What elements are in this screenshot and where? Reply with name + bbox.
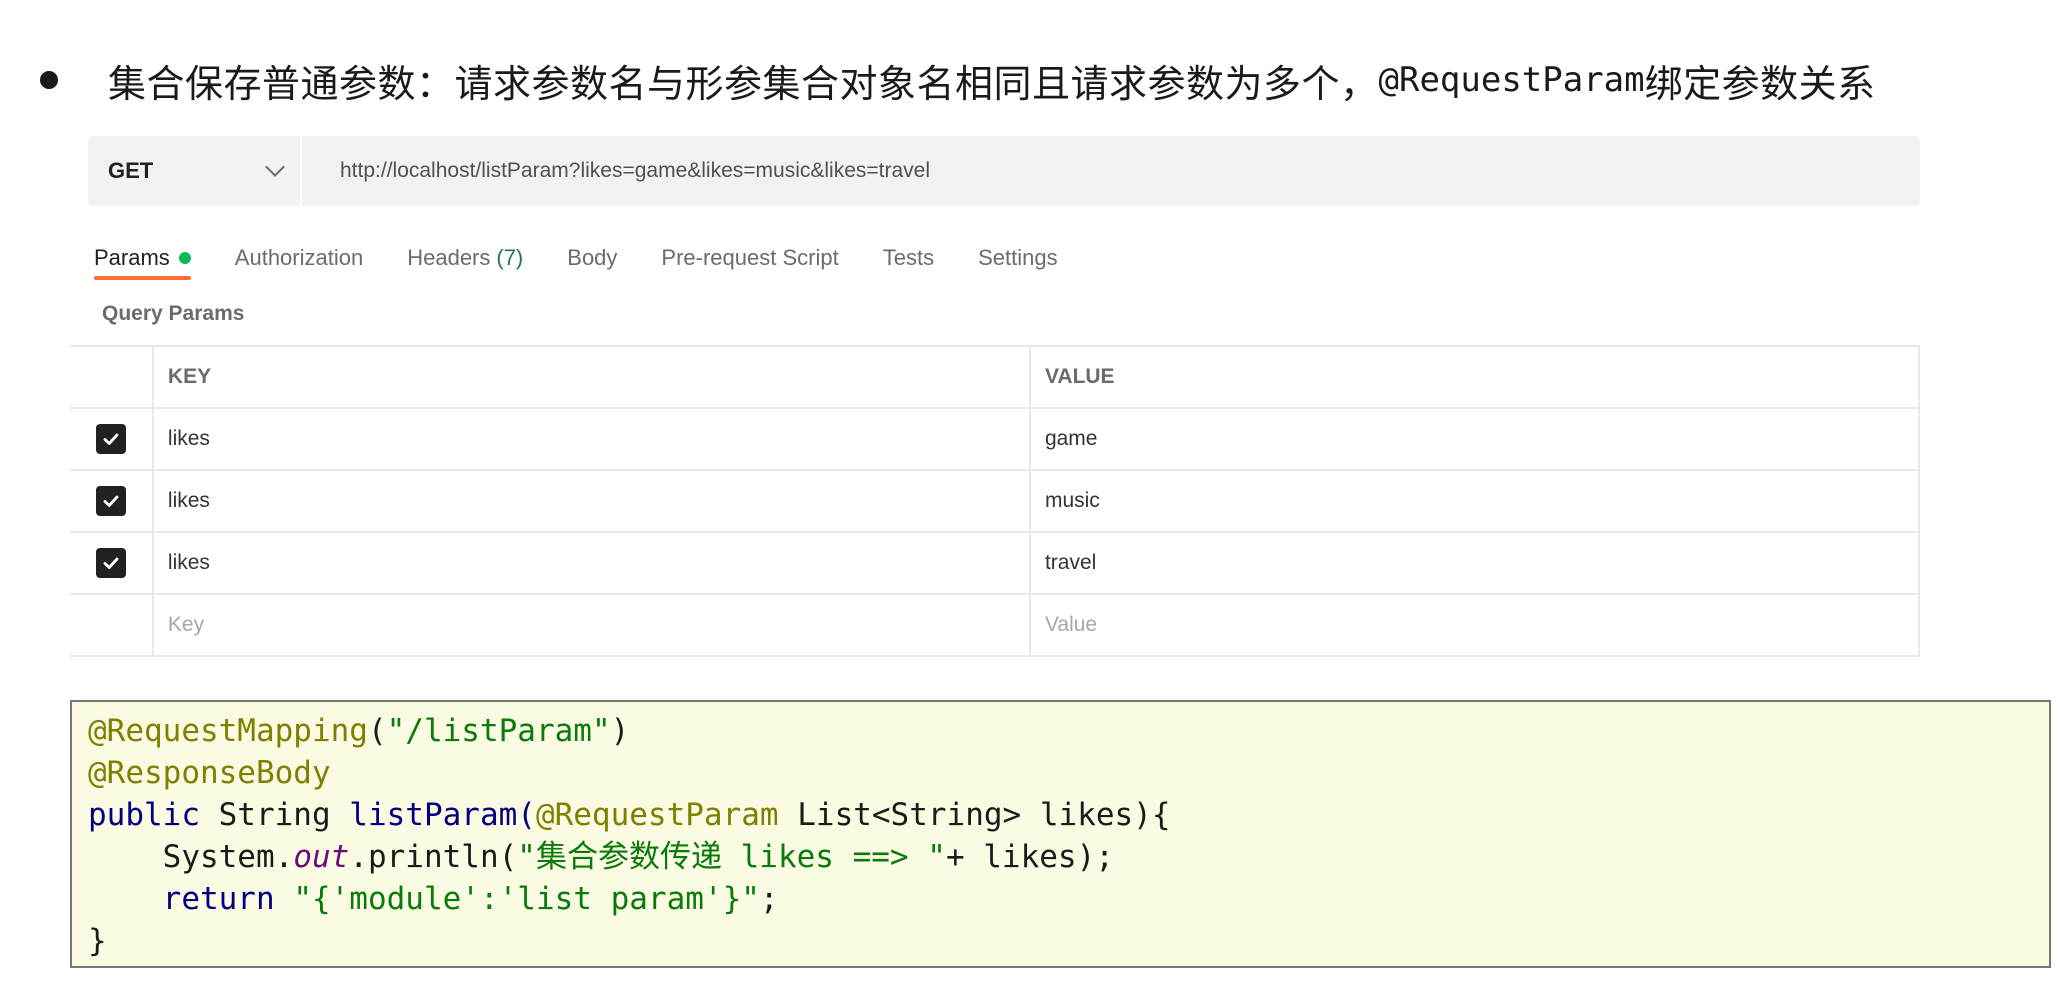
new-value-input[interactable]: Value [1031, 595, 1920, 655]
url-input[interactable]: http://localhost/listParam?likes=game&li… [340, 136, 930, 206]
table-row: likes game [70, 409, 1920, 471]
table-row: likes travel [70, 533, 1920, 595]
value-column-header: VALUE [1031, 347, 1920, 407]
code-string: "/listParam" [386, 713, 611, 749]
code-method-name: listParam( [349, 797, 536, 833]
code-keyword: return [88, 881, 275, 917]
tab-authorization[interactable]: Authorization [235, 236, 363, 280]
code-line-4: System.out.println("集合参数传递 likes ==> "+ … [88, 836, 2049, 878]
method-label: GET [108, 158, 154, 183]
code-text: .println( [349, 839, 518, 875]
code-text: System. [88, 839, 294, 875]
chevron-down-icon [265, 157, 285, 177]
tab-headers-label: Headers [407, 245, 491, 270]
param-key-cell[interactable]: likes [154, 533, 1031, 593]
checkmark-icon [103, 495, 119, 507]
heading-code: @RequestParam [1378, 60, 1645, 100]
code-block: @RequestMapping("/listParam") @ResponseB… [70, 700, 2051, 968]
checkmark-icon [103, 557, 119, 569]
key-column-header: KEY [154, 347, 1031, 407]
tab-settings[interactable]: Settings [978, 236, 1058, 280]
request-tabs: Params Authorization Headers (7) Body Pr… [94, 236, 1102, 286]
row-checkbox[interactable] [95, 486, 126, 516]
request-panel: GET http://localhost/listParam?likes=gam… [70, 118, 1920, 657]
param-key-cell[interactable]: likes [154, 409, 1031, 469]
new-key-input[interactable]: Key [154, 595, 1031, 655]
code-line-5: return "{'module':'list param'}"; [88, 878, 2049, 920]
tab-headers[interactable]: Headers (7) [407, 236, 523, 280]
table-row-new: Key Value [70, 595, 1920, 657]
code-string: "{'module':'list param'}" [293, 881, 760, 917]
code-annotation: @ResponseBody [88, 755, 331, 791]
heading-text: 集合保存普通参数：请求参数名与形参集合对象名相同且请求参数为多个， [108, 61, 1379, 106]
query-params-table: KEY VALUE likes game likes music likes t… [70, 345, 1920, 657]
code-text: List<String> likes){ [778, 797, 1171, 833]
code-text: String [199, 797, 350, 833]
code-line-2: @ResponseBody [88, 752, 2049, 794]
query-params-title: Query Params [102, 302, 245, 325]
params-active-dot-icon [178, 252, 191, 264]
heading-tail: 绑定参数关系 [1644, 61, 1876, 106]
tab-tests[interactable]: Tests [883, 236, 934, 280]
headers-count: (7) [496, 245, 524, 270]
tab-body-label: Body [567, 245, 618, 270]
table-row: likes music [70, 471, 1920, 533]
code-text: } [88, 923, 107, 959]
code-string: "集合参数传递 likes ==> " [517, 839, 946, 875]
row-checkbox[interactable] [95, 548, 126, 578]
bullet-icon [40, 71, 58, 89]
param-value-cell[interactable]: game [1031, 409, 1920, 469]
code-field: out [293, 839, 350, 875]
code-line-3: public String listParam(@RequestParam Li… [88, 794, 2049, 836]
param-value-cell[interactable]: travel [1031, 533, 1920, 593]
tab-settings-label: Settings [978, 245, 1058, 270]
param-key-cell[interactable]: likes [154, 471, 1031, 531]
param-value-cell[interactable]: music [1031, 471, 1920, 531]
check-column-header [70, 347, 154, 407]
row-checkbox[interactable] [95, 424, 126, 454]
code-text: + likes); [945, 839, 1114, 875]
table-header-row: KEY VALUE [70, 347, 1920, 409]
tab-authorization-label: Authorization [234, 245, 364, 270]
tab-tests-label: Tests [882, 245, 935, 270]
tab-pre-request-script[interactable]: Pre-request Script [661, 236, 838, 280]
tab-pre-request-script-label: Pre-request Script [661, 245, 839, 270]
method-select[interactable]: GET [88, 136, 302, 206]
code-line-6: } [88, 920, 2049, 962]
row-checkbox-cell-empty [70, 595, 154, 655]
tab-params-label: Params [94, 245, 170, 270]
tab-body[interactable]: Body [567, 236, 617, 280]
row-checkbox-cell [70, 533, 154, 593]
code-line-1: @RequestMapping("/listParam") [88, 710, 2049, 752]
code-annotation: @RequestParam [535, 797, 779, 833]
code-annotation: @RequestMapping [88, 713, 368, 749]
code-paren: ( [367, 713, 387, 749]
slide-heading: 集合保存普通参数：请求参数名与形参集合对象名相同且请求参数为多个， @Reque… [40, 50, 1876, 110]
tab-params[interactable]: Params [94, 236, 191, 280]
row-checkbox-cell [70, 409, 154, 469]
code-text: ; [759, 881, 779, 917]
url-bar: GET http://localhost/listParam?likes=gam… [88, 136, 1920, 206]
code-paren: ) [610, 713, 630, 749]
checkmark-icon [103, 433, 119, 445]
code-keyword: public [88, 797, 200, 833]
row-checkbox-cell [70, 471, 154, 531]
